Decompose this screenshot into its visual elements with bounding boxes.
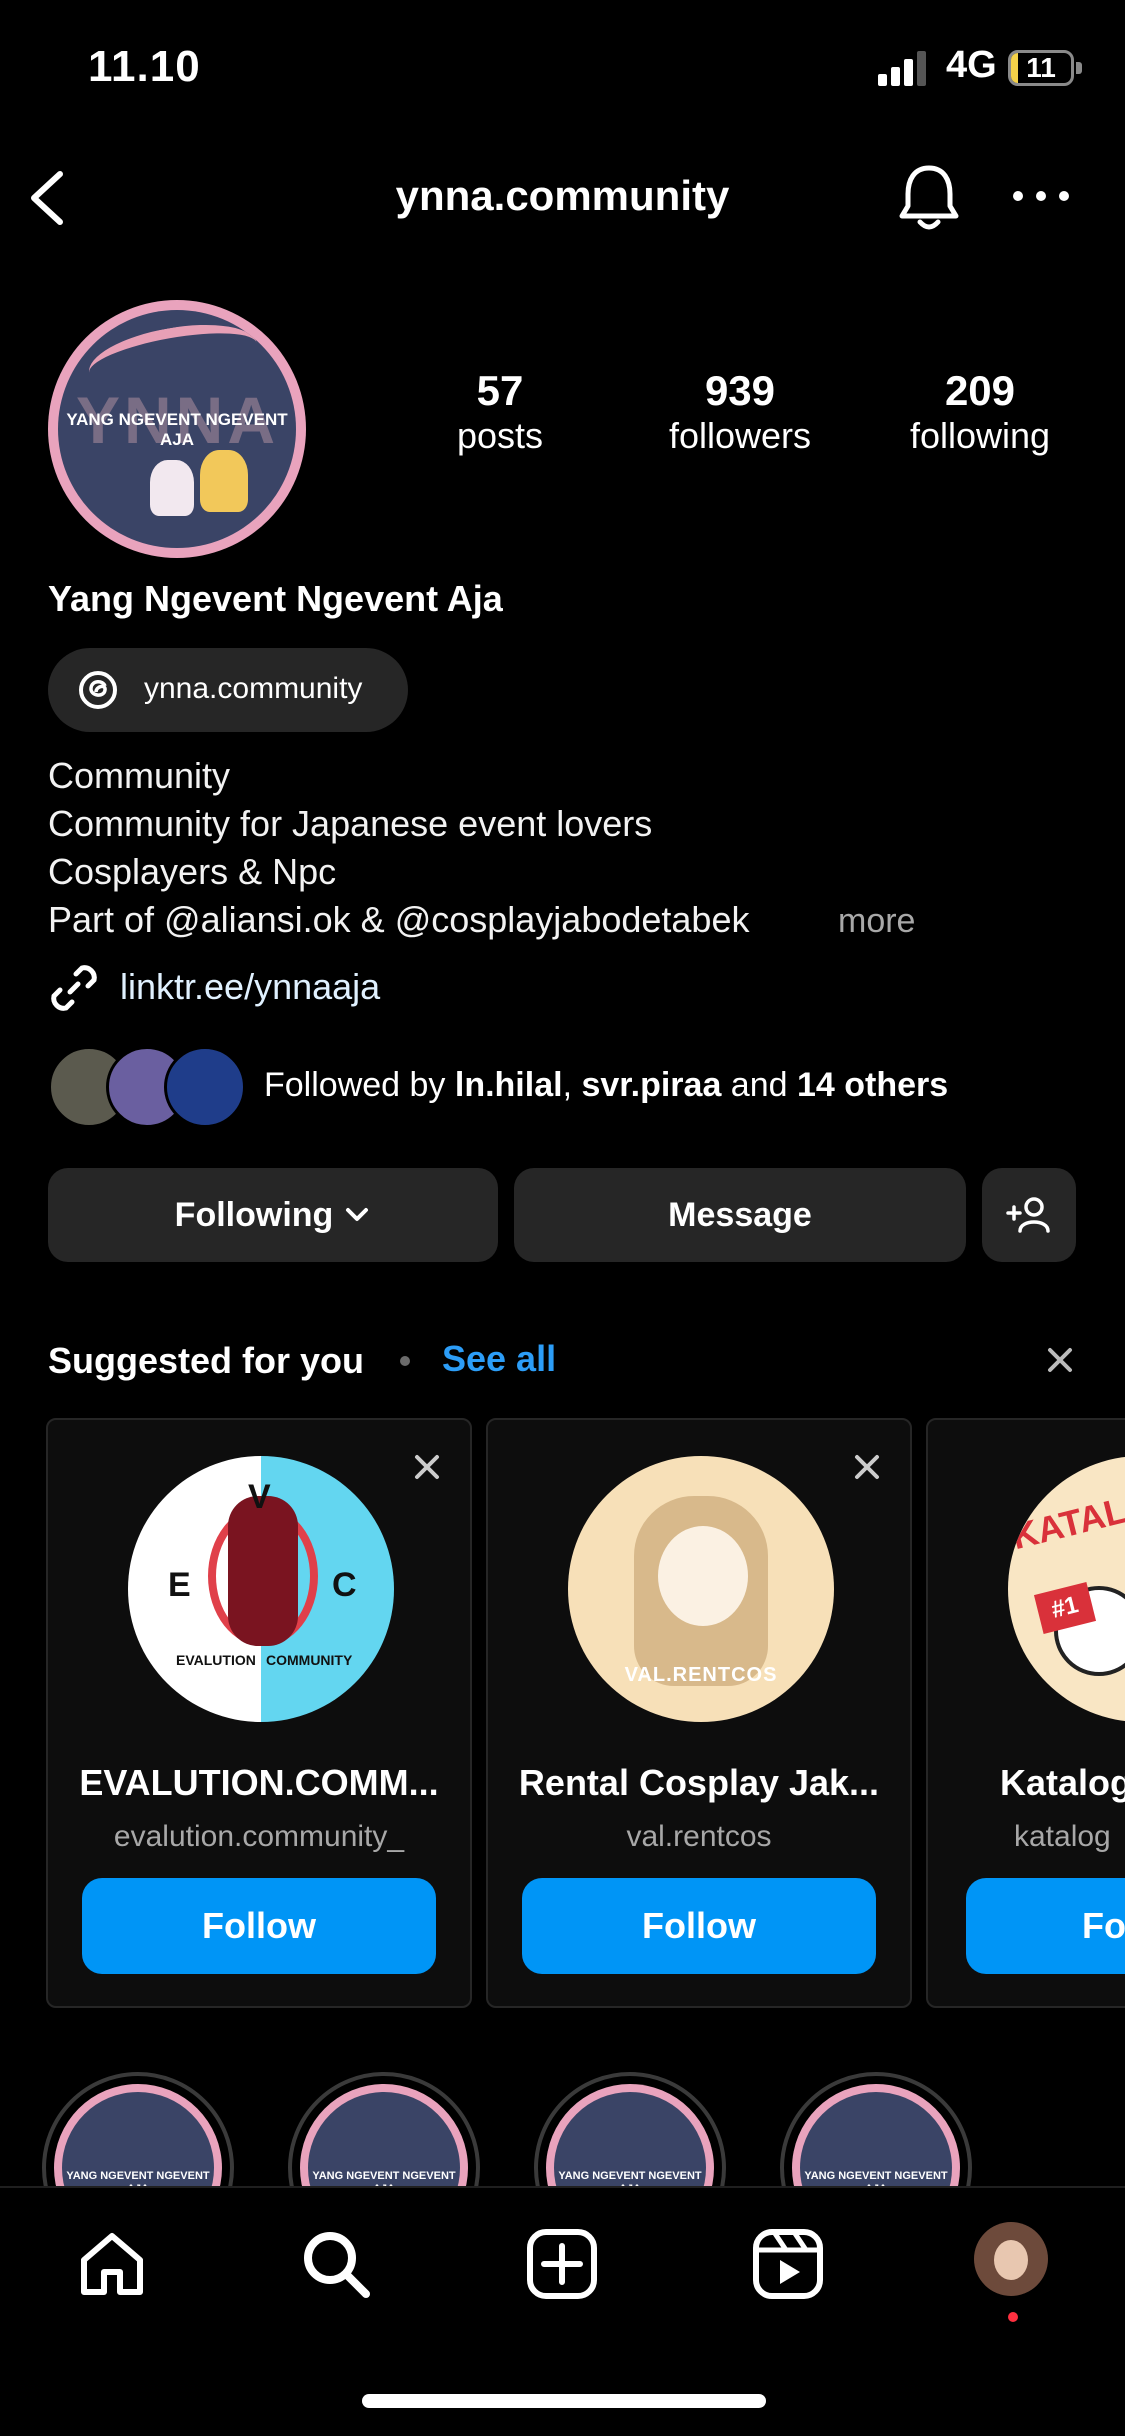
suggestion-name[interactable]: EVALUTION.COMM... (48, 1762, 470, 1804)
stat-following-count: 209 (944, 367, 1016, 414)
add-user-button[interactable] (982, 1168, 1076, 1262)
reels-icon[interactable] (750, 2226, 826, 2302)
link-icon (51, 965, 97, 1011)
stat-followers-count: 939 (704, 367, 776, 414)
stat-following-label: following (909, 415, 1051, 456)
followed-by-user[interactable]: svr.piraa (581, 1066, 721, 1104)
followed-by-prefix: Followed by (264, 1066, 455, 1104)
bio-link[interactable]: linktr.ee/ynnaaja (120, 966, 380, 1008)
bio-more-link[interactable]: more (838, 902, 915, 941)
suggestion-card[interactable]: KATALOG #1 Katalog katalog Fo (926, 1418, 1125, 2008)
follow-button[interactable]: Fo (966, 1878, 1125, 1974)
message-button[interactable]: Message (514, 1168, 966, 1262)
create-icon[interactable] (524, 2226, 600, 2302)
more-options-icon[interactable] (1010, 184, 1072, 208)
signal-icon (878, 51, 926, 86)
logo-caption: VAL.RENTCOS (624, 1664, 778, 1686)
follow-button[interactable]: Follow (82, 1878, 436, 1974)
following-button[interactable]: Following (48, 1168, 498, 1262)
suggestion-name[interactable]: Katalog (1000, 1762, 1125, 1804)
add-user-icon (1006, 1197, 1050, 1233)
suggestion-avatar[interactable]: VAL.RENTCOS (568, 1456, 834, 1722)
logo-caption: EVALUTION (176, 1652, 256, 1668)
notification-dot (1008, 2312, 1018, 2322)
battery-icon: 11 (1008, 50, 1074, 86)
suggestion-avatar[interactable]: V E C EVALUTION COMMUNITY (128, 1456, 394, 1722)
logo-letter: C (332, 1566, 357, 1604)
bio-line: Community (48, 755, 231, 796)
bell-icon[interactable] (896, 160, 962, 232)
close-icon[interactable] (1040, 1340, 1080, 1380)
search-icon[interactable] (298, 2226, 374, 2302)
suggestion-username: katalog (1014, 1820, 1111, 1853)
dismiss-icon[interactable] (850, 1450, 884, 1484)
dismiss-icon[interactable] (410, 1450, 444, 1484)
stat-posts-label: posts (456, 415, 544, 456)
followed-by-user[interactable]: ln.hilal (455, 1066, 563, 1104)
battery-level: 11 (1026, 52, 1056, 83)
follower-avatar[interactable] (164, 1046, 246, 1128)
home-indicator (362, 2394, 766, 2408)
home-icon[interactable] (74, 2226, 150, 2302)
followed-by-sep: , (562, 1066, 582, 1104)
following-label: Following (174, 1195, 334, 1234)
bio-line: Community for Japanese event lovers (48, 803, 653, 844)
followed-by-text[interactable]: Followed by ln.hilal, svr.piraa and 14 o… (264, 1066, 948, 1105)
chevron-down-icon (346, 1208, 369, 1221)
logo-text: KATALOG (1008, 1475, 1125, 1558)
battery-tip (1076, 62, 1082, 74)
avatar-caption: YANG NGEVENT NGEVENT AJA (66, 410, 288, 449)
separator-dot (400, 1356, 410, 1366)
threads-handle: ynna.community (144, 672, 363, 705)
stat-following[interactable]: 209 following (880, 368, 1080, 458)
logo-letter: V (248, 1478, 271, 1516)
stat-followers[interactable]: 939 followers (640, 368, 840, 458)
profile-tab-avatar[interactable] (974, 2222, 1048, 2296)
message-label: Message (668, 1195, 812, 1234)
bio-line: Cosplayers & Npc (48, 851, 337, 892)
followed-by-and: and (721, 1066, 797, 1104)
suggestion-avatar[interactable]: KATALOG #1 (1008, 1456, 1125, 1722)
threads-icon (79, 671, 117, 709)
threads-badge[interactable]: ynna.community (48, 648, 408, 732)
profile-name: Yang Ngevent Ngevent Aja (48, 578, 503, 619)
follow-button[interactable]: Follow (522, 1878, 876, 1974)
suggestion-card[interactable]: V E C EVALUTION COMMUNITY EVALUTION.COMM… (46, 1418, 472, 2008)
suggestion-username: evalution.community_ (113, 1820, 405, 1853)
suggested-title: Suggested for you (48, 1340, 365, 1381)
suggestion-name[interactable]: Rental Cosplay Jak... (488, 1762, 910, 1804)
profile-avatar[interactable]: YNNA YANG NGEVENT NGEVENT AJA (48, 300, 306, 558)
suggestion-card[interactable]: VAL.RENTCOS Rental Cosplay Jak... val.re… (486, 1418, 912, 2008)
bio-line[interactable]: Part of @aliansi.ok & @cosplayjabodetabe… (48, 900, 749, 940)
network-type: 4G (946, 44, 997, 86)
logo-letter: E (168, 1566, 191, 1604)
status-time: 11.10 (88, 42, 201, 91)
see-all-link[interactable]: See all (442, 1338, 556, 1380)
stat-posts[interactable]: 57 posts (400, 368, 600, 458)
stat-followers-label: followers (668, 415, 812, 456)
suggestion-username: val.rentcos (626, 1820, 772, 1853)
stat-posts-count: 57 (476, 367, 524, 414)
logo-caption: COMMUNITY (266, 1652, 353, 1668)
followed-by-others[interactable]: 14 others (797, 1066, 948, 1104)
